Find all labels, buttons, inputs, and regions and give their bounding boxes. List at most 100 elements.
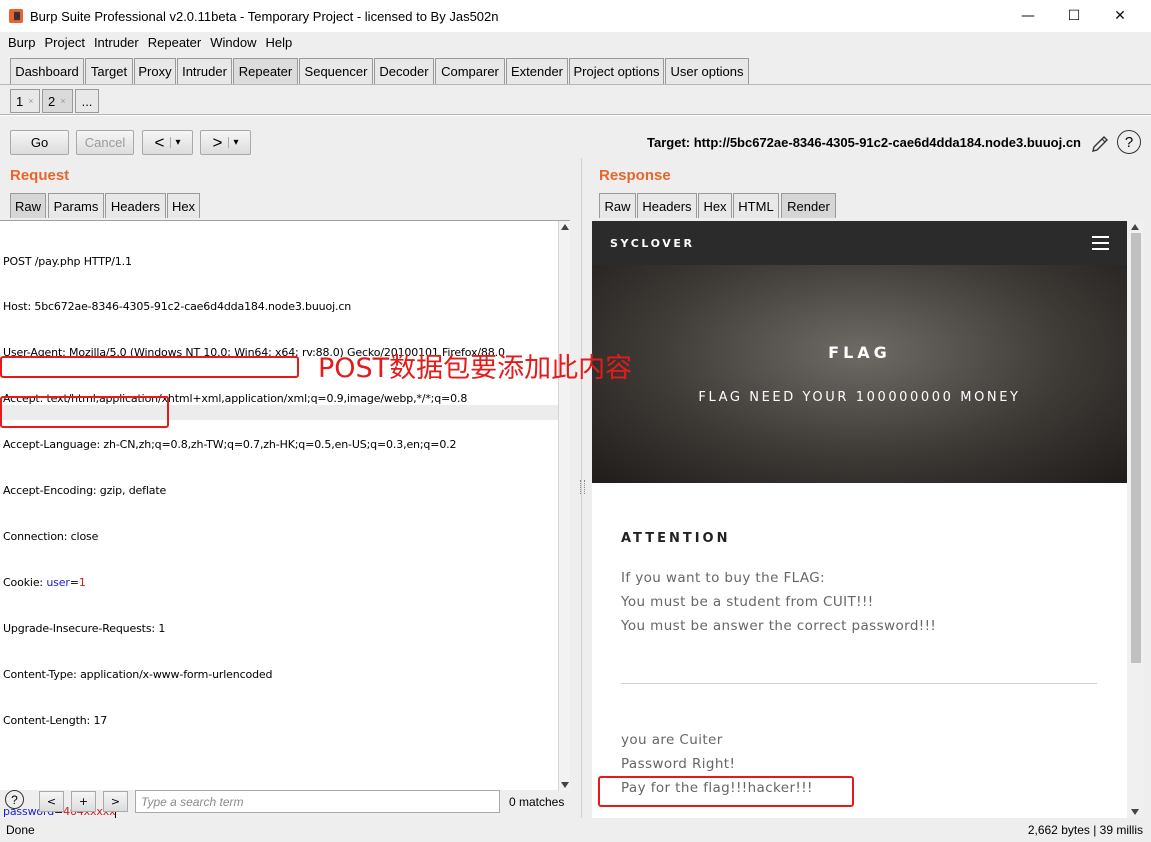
repeater-tab-1[interactable]: 1 × xyxy=(10,89,40,113)
search-next-button[interactable]: > xyxy=(103,791,128,812)
pane-splitter[interactable] xyxy=(578,158,586,818)
forward-icon: > xyxy=(212,132,223,152)
scroll-down-icon[interactable] xyxy=(561,782,569,788)
response-tab-html[interactable]: HTML xyxy=(733,193,779,218)
forward-button[interactable]: > ▾ xyxy=(200,130,251,155)
request-text: POST /pay.php HTTP/1.1 Host: 5bc672ae-83… xyxy=(3,223,505,842)
request-scrollbar[interactable] xyxy=(558,221,570,791)
search-add-button[interactable]: + xyxy=(71,791,96,812)
annotation-box-content-type xyxy=(0,356,299,378)
cookie-value: 1 xyxy=(78,575,86,589)
info-line-2: You must be a student from CUIT!!! xyxy=(621,594,874,610)
result-line-2: Password Right! xyxy=(621,756,736,772)
status-text: Done xyxy=(6,823,35,837)
result-line-1: you are Cuiter xyxy=(621,732,723,748)
header-accept-language: Accept-Language: zh-CN,zh;q=0.8,zh-TW;q=… xyxy=(3,438,457,452)
scroll-thumb[interactable] xyxy=(1131,233,1141,663)
tab-proxy[interactable]: Proxy xyxy=(134,58,176,84)
header-upgrade-insecure: Upgrade-Insecure-Requests: 1 xyxy=(3,621,166,635)
main-tab-bar: Dashboard Target Proxy Intruder Repeater… xyxy=(0,53,1151,85)
request-tab-headers[interactable]: Headers xyxy=(105,193,166,218)
tab-comparer[interactable]: Comparer xyxy=(435,58,505,84)
response-pane: Response Raw Headers Hex HTML Render SYC… xyxy=(586,158,1151,818)
tab-sequencer[interactable]: Sequencer xyxy=(299,58,373,84)
response-title: Response xyxy=(599,167,671,184)
tab-target[interactable]: Target xyxy=(85,58,133,84)
request-line: POST /pay.php HTTP/1.1 xyxy=(3,254,132,268)
page-brand[interactable]: SYCLOVER xyxy=(610,237,695,250)
minimize-button[interactable]: — xyxy=(1005,4,1051,28)
header-host: Host: 5bc672ae-8346-4305-91c2-cae6d4dda1… xyxy=(3,300,352,314)
help-icon[interactable]: ? xyxy=(1117,130,1141,154)
menu-icon[interactable] xyxy=(1092,236,1109,250)
scroll-up-icon[interactable] xyxy=(561,224,569,230)
response-stats: 2,662 bytes | 39 millis xyxy=(1027,823,1143,837)
cookie-eq: = xyxy=(69,575,79,589)
response-tab-render[interactable]: Render xyxy=(781,193,836,218)
search-matches: 0 matches xyxy=(509,795,565,809)
help-icon[interactable]: ? xyxy=(5,790,24,809)
tab-intruder[interactable]: Intruder xyxy=(177,58,232,84)
chevron-down-icon[interactable]: ▾ xyxy=(170,137,180,148)
close-icon[interactable]: × xyxy=(28,96,33,106)
burp-logo-icon xyxy=(9,9,23,23)
tab-user-options[interactable]: User options xyxy=(665,58,749,84)
chevron-down-icon[interactable]: ▾ xyxy=(228,137,238,148)
menu-help[interactable]: Help xyxy=(263,35,294,50)
menu-repeater[interactable]: Repeater xyxy=(146,35,203,50)
request-search-bar: ? < + > Type a search term 0 matches xyxy=(0,790,578,818)
tab-extender[interactable]: Extender xyxy=(506,58,568,84)
menu-bar: Burp Project Intruder Repeater Window He… xyxy=(0,32,1151,53)
title-bar: Burp Suite Professional v2.0.11beta - Te… xyxy=(0,0,1151,32)
header-cookie: Cookie: user=1 xyxy=(3,575,505,590)
rendered-page: SYCLOVER FLAG FLAG NEED YOUR 100000000 M… xyxy=(592,221,1144,818)
header-accept-encoding: Accept-Encoding: gzip, deflate xyxy=(3,484,167,498)
close-icon[interactable]: × xyxy=(60,96,65,106)
close-button[interactable]: ✕ xyxy=(1097,4,1143,28)
response-tab-raw[interactable]: Raw xyxy=(599,193,636,218)
tab-decoder[interactable]: Decoder xyxy=(374,58,434,84)
tab-dashboard[interactable]: Dashboard xyxy=(10,58,84,84)
menu-window[interactable]: Window xyxy=(208,35,258,50)
menu-burp[interactable]: Burp xyxy=(6,35,37,50)
cookie-key: Cookie: xyxy=(3,575,47,589)
pencil-icon[interactable] xyxy=(1090,134,1110,154)
repeater-tab-2[interactable]: 2 × xyxy=(42,89,73,113)
page-navbar: SYCLOVER xyxy=(592,221,1127,265)
go-button[interactable]: Go xyxy=(10,130,69,155)
request-title: Request xyxy=(10,167,70,184)
tab-repeater[interactable]: Repeater xyxy=(233,58,298,84)
page-hero: FLAG FLAG NEED YOUR 100000000 MONEY xyxy=(592,265,1127,483)
request-tab-hex[interactable]: Hex xyxy=(167,193,200,218)
search-input[interactable]: Type a search term xyxy=(135,790,500,813)
back-button[interactable]: < ▾ xyxy=(142,130,193,155)
menu-project[interactable]: Project xyxy=(42,35,86,50)
header-connection: Connection: close xyxy=(3,529,99,543)
info-line-3: You must be answer the correct password!… xyxy=(621,618,937,634)
window-title: Burp Suite Professional v2.0.11beta - Te… xyxy=(30,8,499,24)
search-prev-button[interactable]: < xyxy=(39,791,64,812)
repeater-tab-bar: 1 × 2 × ... xyxy=(0,85,1151,115)
response-tab-hex[interactable]: Hex xyxy=(698,193,732,218)
menu-intruder[interactable]: Intruder xyxy=(92,35,141,50)
maximize-button[interactable]: ☐ xyxy=(1051,4,1097,28)
header-content-type: Content-Type: application/x-www-form-url… xyxy=(3,667,273,681)
new-tab-button[interactable]: ... xyxy=(75,89,99,113)
request-tab-params[interactable]: Params xyxy=(48,193,104,218)
request-pane: Request Raw Params Headers Hex POST /pay… xyxy=(0,158,578,819)
repeater-tab-2-label: 2 xyxy=(48,93,56,109)
tab-project-options[interactable]: Project options xyxy=(569,58,664,84)
scroll-up-icon[interactable] xyxy=(1131,224,1139,230)
response-tab-headers[interactable]: Headers xyxy=(637,193,697,218)
annotation-box-result xyxy=(598,776,854,807)
hero-subtitle: FLAG NEED YOUR 100000000 MONEY xyxy=(698,390,1021,405)
cancel-button[interactable]: Cancel xyxy=(76,130,134,155)
scroll-down-icon[interactable] xyxy=(1131,809,1139,815)
render-scrollbar[interactable] xyxy=(1127,221,1144,818)
request-editor[interactable]: POST /pay.php HTTP/1.1 Host: 5bc672ae-83… xyxy=(0,220,570,819)
hero-title: FLAG xyxy=(828,343,891,362)
attention-heading: ATTENTION xyxy=(621,531,731,546)
repeater-tab-1-label: 1 xyxy=(16,93,24,109)
request-tab-raw[interactable]: Raw xyxy=(10,193,46,218)
